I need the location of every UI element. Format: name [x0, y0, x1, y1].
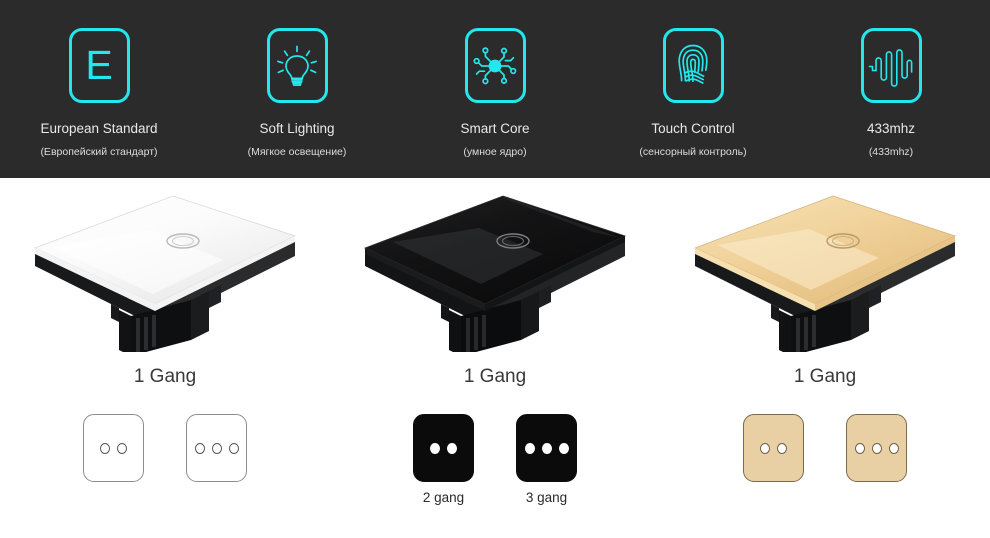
product-column-gold: 1 Gang [660, 178, 990, 538]
variant-gold-2gang[interactable] [743, 414, 804, 505]
variant-black-2gang[interactable]: 2 gang [413, 414, 474, 505]
gang-dot [541, 442, 552, 454]
gang-dot [777, 442, 787, 454]
gang-dot [100, 442, 110, 454]
gang-dot [194, 442, 205, 454]
feature-item-smart-core: Smart Core (умное ядро) [396, 28, 594, 157]
product-column-black: 1 Gang 2 gang 3 gang [330, 178, 660, 538]
variant-black-3gang[interactable]: 3 gang [516, 414, 577, 505]
gang-dot [871, 442, 882, 454]
gang-dot [117, 442, 127, 454]
feature-sublabel: (сенсорный контроль) [639, 145, 747, 158]
feature-sublabel: (433mhz) [868, 145, 914, 158]
feature-item-european-standard: E European Standard (Европейский стандар… [0, 28, 198, 157]
gang-dot [524, 442, 535, 454]
smart-core-circuit-icon [464, 28, 526, 103]
variant-row-gold [743, 414, 907, 505]
switch-photo-black [330, 178, 660, 363]
switch-photo-white [0, 178, 330, 363]
gang-dot [760, 442, 770, 454]
feature-item-touch-control: Touch Control (сенсорный контроль) [594, 28, 792, 157]
feature-sublabel: (Мягкое освещение) [247, 145, 347, 158]
feature-sublabel: (умное ядро) [463, 145, 527, 158]
variant-row-black: 2 gang 3 gang [413, 414, 577, 505]
feature-label: European Standard [40, 121, 158, 136]
gang-dot [211, 442, 222, 454]
gang-title-gold: 1 Gang [793, 366, 857, 387]
gang-dot [447, 442, 457, 454]
variant-row-white [83, 414, 247, 505]
variant-plate[interactable] [743, 414, 804, 482]
radio-waveform-icon [860, 28, 922, 103]
feature-label: Smart Core [460, 121, 530, 136]
product-showcase: 1 Gang 1 Gang 2 gang 3 gang 1 Gang [0, 178, 990, 538]
gang-dot [888, 442, 899, 454]
gang-dot [430, 442, 440, 454]
feature-label: Touch Control [651, 121, 735, 136]
fingerprint-icon [662, 28, 724, 103]
variant-plate[interactable] [83, 414, 144, 482]
variant-plate[interactable] [516, 414, 577, 482]
variant-white-3gang[interactable] [186, 414, 247, 505]
gang-dot [228, 442, 239, 454]
variant-caption: 3 gang [525, 490, 568, 505]
feature-highlights-bar: E European Standard (Европейский стандар… [0, 0, 990, 178]
feature-item-soft-lighting: Soft Lighting (Мягкое освещение) [198, 28, 396, 157]
variant-caption: 2 gang [422, 490, 465, 505]
european-standard-e-icon: E [68, 28, 130, 103]
gang-dot [854, 442, 865, 454]
variant-plate[interactable] [413, 414, 474, 482]
variant-gold-3gang[interactable] [846, 414, 907, 505]
feature-sublabel: (Европейский стандарт) [40, 145, 158, 158]
gang-dot [558, 442, 569, 454]
e-letter-glyph: E [85, 42, 113, 88]
switch-photo-gold [660, 178, 990, 363]
variant-white-2gang[interactable] [83, 414, 144, 505]
feature-label: 433mhz [866, 121, 916, 136]
gang-title-black: 1 Gang [463, 366, 527, 387]
light-bulb-icon [266, 28, 328, 103]
feature-item-433mhz: 433mhz (433mhz) [792, 28, 990, 157]
gang-title-white: 1 Gang [133, 366, 197, 387]
product-column-white: 1 Gang [0, 178, 330, 538]
variant-plate[interactable] [186, 414, 247, 482]
feature-label: Soft Lighting [259, 121, 335, 136]
variant-plate[interactable] [846, 414, 907, 482]
